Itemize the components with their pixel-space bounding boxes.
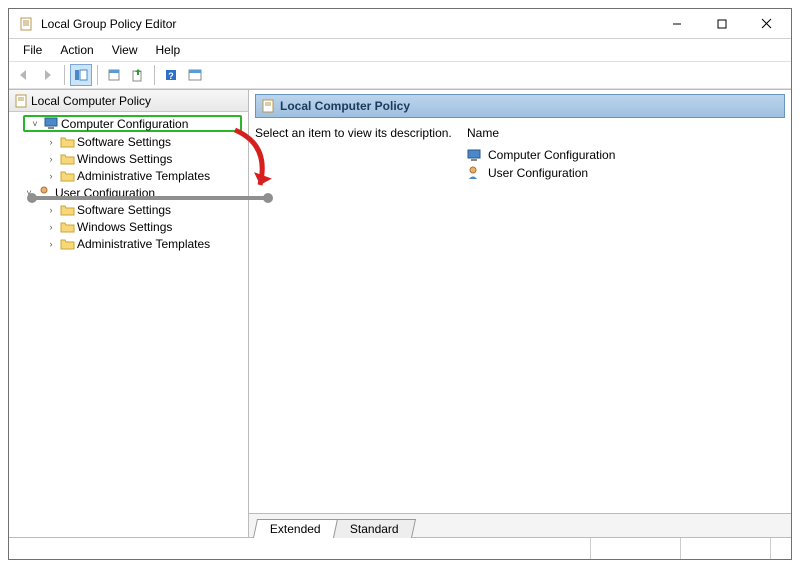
- maximize-button[interactable]: [699, 10, 744, 38]
- toolbar-separator: [154, 65, 155, 85]
- list-item-label: User Configuration: [488, 166, 588, 180]
- minimize-button[interactable]: [654, 10, 699, 38]
- tree-root-label: Local Computer Policy: [31, 94, 151, 108]
- tab-extended[interactable]: Extended: [253, 519, 338, 538]
- list-item-user-configuration[interactable]: User Configuration: [467, 164, 785, 182]
- computer-icon: [43, 117, 59, 130]
- policy-icon: [262, 99, 274, 113]
- folder-icon: [59, 238, 75, 250]
- toolbar-separator: [97, 65, 98, 85]
- properties-button[interactable]: [103, 64, 125, 86]
- help-button[interactable]: ?: [160, 64, 182, 86]
- show-tree-button[interactable]: [70, 64, 92, 86]
- tree-node-label: Computer Configuration: [61, 117, 188, 131]
- tab-strip: Extended Standard: [249, 513, 791, 537]
- filter-button[interactable]: [184, 64, 206, 86]
- tree-node-windows-settings[interactable]: › Windows Settings: [9, 150, 248, 167]
- tree-node-label: Administrative Templates: [77, 237, 210, 251]
- folder-icon: [59, 153, 75, 165]
- tab-standard[interactable]: Standard: [333, 519, 416, 538]
- tree-node-label: Software Settings: [77, 135, 171, 149]
- detail-pane: Local Computer Policy Select an item to …: [249, 90, 791, 537]
- computer-icon: [467, 149, 482, 162]
- app-window: Local Group Policy Editor File Action Vi…: [8, 8, 792, 560]
- tree-node-user-software-settings[interactable]: › Software Settings: [9, 201, 248, 218]
- detail-header-label: Local Computer Policy: [280, 99, 410, 113]
- tree-node-administrative-templates[interactable]: › Administrative Templates: [9, 167, 248, 184]
- menu-help[interactable]: Help: [148, 41, 189, 59]
- tree-node-label: Windows Settings: [77, 152, 172, 166]
- tree-node-user-administrative-templates[interactable]: › Administrative Templates: [9, 235, 248, 252]
- tree-node-label: Administrative Templates: [77, 169, 210, 183]
- tree-node-user-windows-settings[interactable]: › Windows Settings: [9, 218, 248, 235]
- expand-caret-icon[interactable]: ˅: [29, 119, 41, 129]
- menu-file[interactable]: File: [15, 41, 50, 59]
- app-icon: [17, 17, 35, 31]
- annotation-line: [31, 196, 267, 200]
- window-title: Local Group Policy Editor: [41, 17, 176, 31]
- list-item-computer-configuration[interactable]: Computer Configuration: [467, 146, 785, 164]
- folder-icon: [59, 170, 75, 182]
- policy-icon: [15, 94, 27, 108]
- list-item-label: Computer Configuration: [488, 148, 615, 162]
- description-column: Select an item to view its description.: [255, 126, 455, 513]
- expand-caret-icon[interactable]: ›: [45, 205, 57, 215]
- detail-header: Local Computer Policy: [255, 94, 785, 118]
- main-area: Local Computer Policy ˅ Computer Configu…: [9, 89, 791, 537]
- annotation-dot: [263, 193, 273, 203]
- folder-icon: [59, 204, 75, 216]
- title-bar: Local Group Policy Editor: [9, 9, 791, 39]
- expand-caret-icon[interactable]: ›: [45, 154, 57, 164]
- description-text: Select an item to view its description.: [255, 126, 452, 140]
- toolbar: ?: [9, 61, 791, 89]
- tree-pane: Local Computer Policy ˅ Computer Configu…: [9, 90, 249, 537]
- user-icon: [467, 166, 482, 180]
- expand-caret-icon[interactable]: ›: [45, 239, 57, 249]
- expand-caret-icon[interactable]: ›: [45, 171, 57, 181]
- detail-body: Select an item to view its description. …: [249, 126, 791, 513]
- close-button[interactable]: [744, 10, 789, 38]
- status-bar: [9, 537, 791, 559]
- tree-node-label: Software Settings: [77, 203, 171, 217]
- svg-text:?: ?: [168, 71, 174, 81]
- tree-body: ˅ Computer Configuration › Software Sett…: [9, 112, 248, 254]
- expand-caret-icon[interactable]: ›: [45, 137, 57, 147]
- name-column: Name Computer Configuration User Configu…: [467, 126, 785, 513]
- name-column-header[interactable]: Name: [467, 126, 785, 146]
- back-button[interactable]: [13, 64, 35, 86]
- tree-node-software-settings[interactable]: › Software Settings: [9, 133, 248, 150]
- folder-icon: [59, 136, 75, 148]
- menu-action[interactable]: Action: [52, 41, 101, 59]
- tree-node-label: Windows Settings: [77, 220, 172, 234]
- export-button[interactable]: [127, 64, 149, 86]
- forward-button[interactable]: [37, 64, 59, 86]
- toolbar-separator: [64, 65, 65, 85]
- folder-icon: [59, 221, 75, 233]
- annotation-dot: [27, 193, 37, 203]
- tree-header[interactable]: Local Computer Policy: [9, 90, 248, 112]
- expand-caret-icon[interactable]: ›: [45, 222, 57, 232]
- tree-node-computer-configuration[interactable]: ˅ Computer Configuration: [23, 115, 242, 132]
- menu-bar: File Action View Help: [9, 39, 791, 61]
- window-controls: [654, 10, 789, 38]
- menu-view[interactable]: View: [104, 41, 146, 59]
